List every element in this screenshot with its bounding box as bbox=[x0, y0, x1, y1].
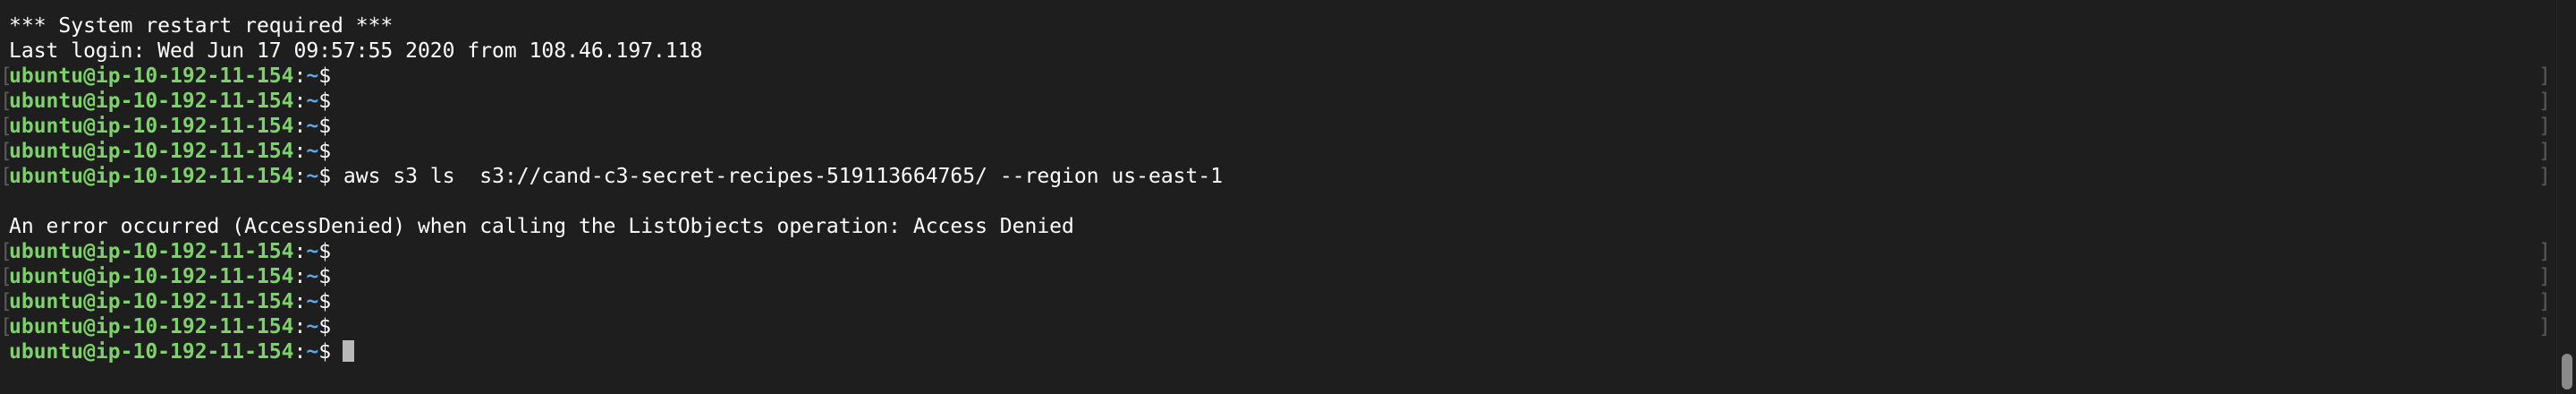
prompt-line: [ubuntu@ip-10-192-11-154:~$] bbox=[0, 139, 2576, 164]
prompt-symbol: $ bbox=[318, 290, 332, 313]
prompt-symbol: $ bbox=[318, 340, 332, 364]
prompt-symbol: $ bbox=[318, 265, 332, 288]
line-bracket-right: ] bbox=[2538, 90, 2551, 113]
restart-notice-text: *** System restart required *** bbox=[9, 14, 394, 38]
prompt-colon: : bbox=[293, 265, 307, 288]
line-bracket-left: [ bbox=[0, 240, 13, 263]
prompt-line: [ubuntu@ip-10-192-11-154:~$] bbox=[0, 64, 2576, 89]
prompt-user-host: ubuntu@ip-10-192-11-154 bbox=[9, 115, 294, 138]
last-login-line: Last login: Wed Jun 17 09:57:55 2020 fro… bbox=[0, 39, 2576, 64]
prompt-path: ~ bbox=[306, 240, 319, 263]
prompt-user-host: ubuntu@ip-10-192-11-154 bbox=[9, 290, 294, 313]
prompt-path: ~ bbox=[306, 315, 319, 338]
prompt-line: [ubuntu@ip-10-192-11-154:~$] bbox=[0, 239, 2576, 264]
prompt-colon: : bbox=[293, 115, 307, 138]
prompt-symbol: $ bbox=[318, 115, 332, 138]
prompt-symbol: $ bbox=[318, 64, 332, 88]
prompt-colon: : bbox=[293, 165, 307, 188]
prompt-path: ~ bbox=[306, 265, 319, 288]
prompt-user-host: ubuntu@ip-10-192-11-154 bbox=[9, 140, 294, 163]
prompt-colon: : bbox=[293, 240, 307, 263]
prompt-path: ~ bbox=[306, 64, 319, 88]
prompt-symbol: $ bbox=[318, 240, 332, 263]
scrollbar-thumb[interactable] bbox=[2562, 354, 2572, 390]
prompt-symbol: $ bbox=[318, 90, 332, 113]
prompt-path: ~ bbox=[306, 140, 319, 163]
prompt-path: ~ bbox=[306, 290, 319, 313]
prompt-path: ~ bbox=[306, 90, 319, 113]
active-prompt-line[interactable]: ubuntu@ip-10-192-11-154:~$ bbox=[0, 339, 2576, 364]
line-bracket-right: ] bbox=[2538, 115, 2551, 138]
line-bracket-right: ] bbox=[2538, 240, 2551, 263]
prompt-user-host: ubuntu@ip-10-192-11-154 bbox=[9, 315, 294, 338]
error-output-text: An error occurred (AccessDenied) when ca… bbox=[9, 215, 1074, 238]
text-cursor bbox=[343, 339, 355, 362]
prompt-line: [ubuntu@ip-10-192-11-154:~$] bbox=[0, 114, 2576, 139]
prompt-user-host: ubuntu@ip-10-192-11-154 bbox=[9, 265, 294, 288]
prompt-symbol: $ bbox=[318, 165, 332, 188]
prompt-symbol: $ bbox=[318, 315, 332, 338]
error-output-line: An error occurred (AccessDenied) when ca… bbox=[0, 214, 2576, 239]
prompt-user-host: ubuntu@ip-10-192-11-154 bbox=[9, 165, 294, 188]
prompt-path: ~ bbox=[306, 340, 319, 364]
line-bracket-right: ] bbox=[2538, 290, 2551, 313]
prompt-colon: : bbox=[293, 290, 307, 313]
prompt-line: [ubuntu@ip-10-192-11-154:~$] bbox=[0, 89, 2576, 114]
line-bracket-left: [ bbox=[0, 265, 13, 288]
scrollbar-track[interactable] bbox=[2556, 0, 2576, 394]
line-bracket-left: [ bbox=[0, 165, 13, 188]
command-line: [ubuntu@ip-10-192-11-154:~$ aws s3 ls s3… bbox=[0, 164, 2576, 189]
line-bracket-left: [ bbox=[0, 64, 13, 88]
line-bracket-right: ] bbox=[2538, 315, 2551, 338]
last-login-text: Last login: Wed Jun 17 09:57:55 2020 fro… bbox=[9, 39, 703, 63]
prompt-colon: : bbox=[293, 340, 307, 364]
prompt-colon: : bbox=[293, 315, 307, 338]
restart-notice-line: *** System restart required *** bbox=[0, 13, 2576, 39]
prompt-line: [ubuntu@ip-10-192-11-154:~$] bbox=[0, 314, 2576, 339]
prompt-line: [ubuntu@ip-10-192-11-154:~$] bbox=[0, 289, 2576, 314]
line-bracket-right: ] bbox=[2538, 265, 2551, 288]
prompt-user-host: ubuntu@ip-10-192-11-154 bbox=[9, 340, 294, 364]
command-text: aws s3 ls s3://cand-c3-secret-recipes-51… bbox=[331, 165, 1224, 188]
prompt-path: ~ bbox=[306, 165, 319, 188]
prompt-colon: : bbox=[293, 140, 307, 163]
terminal-window[interactable]: *** System restart required *** Last log… bbox=[0, 0, 2576, 394]
prompt-user-host: ubuntu@ip-10-192-11-154 bbox=[9, 64, 294, 88]
prompt-path: ~ bbox=[306, 115, 319, 138]
prompt-symbol: $ bbox=[318, 140, 332, 163]
prompt-colon: : bbox=[293, 64, 307, 88]
line-bracket-left: [ bbox=[0, 315, 13, 338]
line-bracket-left: [ bbox=[0, 115, 13, 138]
line-bracket-left: [ bbox=[0, 290, 13, 313]
line-bracket-right: ] bbox=[2538, 165, 2551, 188]
line-bracket-left: [ bbox=[0, 140, 13, 163]
prompt-user-host: ubuntu@ip-10-192-11-154 bbox=[9, 240, 294, 263]
prompt-line: [ubuntu@ip-10-192-11-154:~$] bbox=[0, 264, 2576, 289]
prompt-colon: : bbox=[293, 90, 307, 113]
line-bracket-left: [ bbox=[0, 90, 13, 113]
line-bracket-right: ] bbox=[2538, 140, 2551, 163]
prompt-user-host: ubuntu@ip-10-192-11-154 bbox=[9, 90, 294, 113]
line-bracket-right: ] bbox=[2538, 64, 2551, 88]
